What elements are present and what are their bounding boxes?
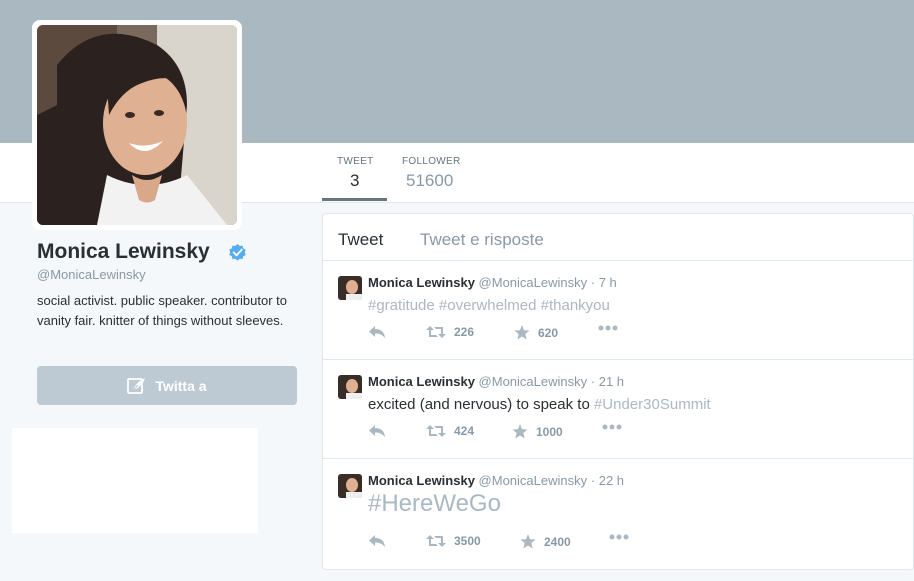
tweet-author-name[interactable]: Monica Lewinsky xyxy=(368,473,475,488)
retweet-button[interactable]: 3500 xyxy=(426,534,481,548)
reply-icon xyxy=(369,425,385,437)
tweet-separator: · xyxy=(590,473,596,488)
tweet-text: excited (and nervous) to speak to #Under… xyxy=(368,396,711,413)
timeline: Tweet Tweet e risposte Monica Lewinsky @… xyxy=(322,213,914,570)
star-icon xyxy=(512,424,528,439)
retweet-count: 3500 xyxy=(454,534,481,548)
tweet-timestamp[interactable]: 21 h xyxy=(599,374,624,389)
more-options-button[interactable] xyxy=(602,424,630,430)
tweet-item[interactable]: Monica Lewinsky @MonicaLewinsky · 21 h e… xyxy=(323,360,913,459)
more-options-button[interactable] xyxy=(609,534,637,540)
like-count: 620 xyxy=(538,325,559,340)
like-count: 2400 xyxy=(544,534,571,549)
profile-handle[interactable]: @MonicaLewinsky xyxy=(37,267,146,282)
tab-tweets-and-replies[interactable]: Tweet e risposte xyxy=(420,230,544,250)
reply-icon xyxy=(369,326,385,338)
hashtag-link[interactable]: #overwhelmed xyxy=(439,297,537,314)
tweet-actions: 424 1000 xyxy=(368,424,668,444)
follower-count-value: 51600 xyxy=(406,171,454,190)
more-dots-icon xyxy=(598,325,618,331)
tab-tweets[interactable]: Tweet xyxy=(338,230,383,250)
star-icon xyxy=(514,325,530,340)
tweet-header: Monica Lewinsky @MonicaLewinsky · 21 h xyxy=(368,374,624,389)
avatar-photo xyxy=(37,25,237,225)
tweet-item[interactable]: Monica Lewinsky @MonicaLewinsky · 22 h #… xyxy=(323,459,913,568)
tweet-text: #gratitude #overwhelmed #thankyou xyxy=(368,297,610,314)
retweet-icon xyxy=(426,425,446,437)
tweet-count-value: 3 xyxy=(350,171,360,190)
star-icon xyxy=(520,534,536,549)
tweet-avatar[interactable] xyxy=(338,276,362,300)
tweet-author-handle[interactable]: @MonicaLewinsky xyxy=(479,275,588,290)
follower-count-label: FOLLOWER xyxy=(402,156,461,167)
reply-button[interactable] xyxy=(368,424,394,438)
like-button[interactable]: 2400 xyxy=(520,534,571,549)
retweet-button[interactable]: 424 xyxy=(426,424,474,438)
hashtag-link[interactable]: #Under30Summit xyxy=(594,396,711,413)
tweet-to-button[interactable]: Twitta a xyxy=(37,366,297,405)
tweet-count-label: TWEET xyxy=(337,156,374,167)
profile-name[interactable]: Monica Lewinsky xyxy=(37,240,210,264)
profile-bio: social activist. public speaker. contrib… xyxy=(37,293,288,328)
like-count: 1000 xyxy=(536,424,563,439)
more-dots-icon xyxy=(602,424,622,430)
profile-avatar[interactable] xyxy=(32,20,242,230)
hashtag-link[interactable]: #thankyou xyxy=(541,297,610,314)
retweet-icon xyxy=(426,326,446,338)
reply-button[interactable] xyxy=(368,325,394,339)
like-button[interactable]: 1000 xyxy=(512,424,563,439)
tweet-author-name[interactable]: Monica Lewinsky xyxy=(368,374,475,389)
tweet-text-segment: excited (and nervous) to speak to xyxy=(368,396,594,413)
tweet-text: #HereWeGo xyxy=(368,490,501,518)
tweet-author-name[interactable]: Monica Lewinsky xyxy=(368,275,475,290)
hashtag-link[interactable]: #HereWeGo xyxy=(368,490,501,517)
tweet-avatar[interactable] xyxy=(338,474,362,498)
compose-feather-icon xyxy=(127,377,146,394)
verified-badge-icon xyxy=(229,243,246,261)
retweet-count: 226 xyxy=(454,325,475,339)
tweet-avatar[interactable] xyxy=(338,375,362,399)
tweet-author-handle[interactable]: @MonicaLewinsky xyxy=(479,374,588,389)
tweet-timestamp[interactable]: 22 h xyxy=(599,473,624,488)
timeline-tabs: Tweet Tweet e risposte xyxy=(323,214,913,261)
like-button[interactable]: 620 xyxy=(514,325,558,340)
tweet-count-stat[interactable]: TWEET 3 xyxy=(322,143,387,201)
hashtag-link[interactable]: #gratitude xyxy=(368,297,435,314)
reply-button[interactable] xyxy=(368,534,394,548)
retweet-count: 424 xyxy=(454,424,475,438)
tweet-author-handle[interactable]: @MonicaLewinsky xyxy=(479,473,588,488)
more-dots-icon xyxy=(609,534,629,540)
tweet-actions: 226 620 xyxy=(368,325,668,345)
tweet-to-label: Twitta a xyxy=(155,377,207,394)
more-options-button[interactable] xyxy=(598,325,626,331)
retweet-button[interactable]: 226 xyxy=(426,325,474,339)
tweet-timestamp[interactable]: 7 h xyxy=(599,275,617,290)
tweet-item[interactable]: Monica Lewinsky @MonicaLewinsky · 7 h #g… xyxy=(323,261,913,360)
tweet-header: Monica Lewinsky @MonicaLewinsky · 22 h xyxy=(368,473,624,488)
sidebar-module xyxy=(12,428,258,533)
tweet-actions: 3500 2400 xyxy=(368,534,668,554)
tweet-separator: · xyxy=(590,374,596,389)
follower-count-stat[interactable]: FOLLOWER 51600 xyxy=(402,143,482,201)
tweet-separator: · xyxy=(590,275,596,290)
tweet-header: Monica Lewinsky @MonicaLewinsky · 7 h xyxy=(368,275,617,290)
reply-icon xyxy=(369,535,385,547)
retweet-icon xyxy=(426,535,446,547)
